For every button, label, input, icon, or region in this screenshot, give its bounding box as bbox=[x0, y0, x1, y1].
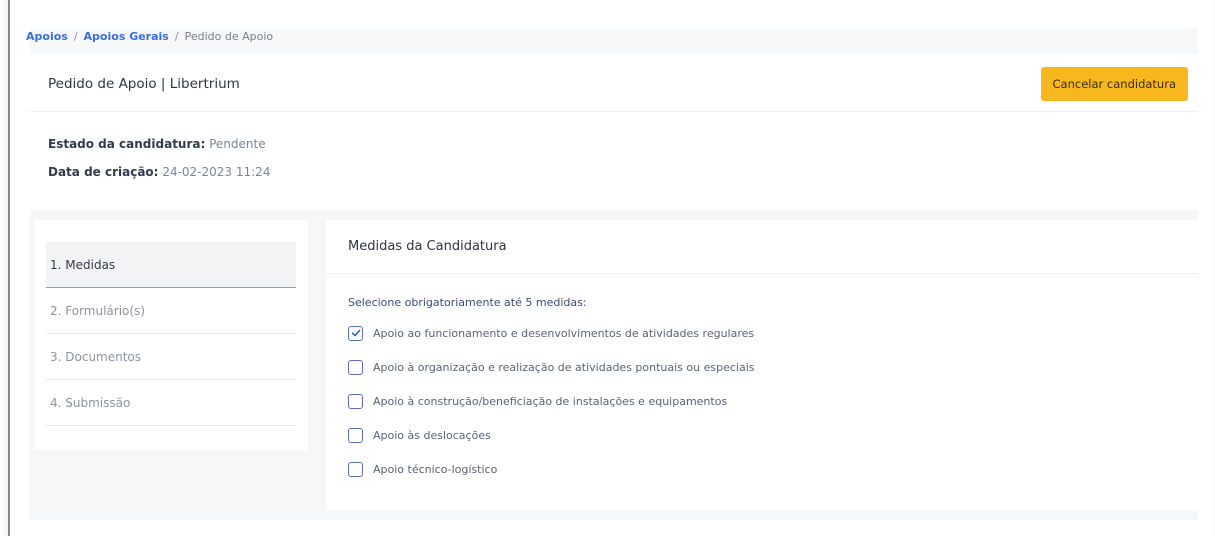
cancel-application-button[interactable]: Cancelar candidatura bbox=[1040, 66, 1188, 101]
measures-body: Selecione obrigatoriamente até 5 medidas… bbox=[326, 274, 1198, 486]
created-date-label: Data de criação: bbox=[48, 165, 159, 179]
measure-option[interactable]: Apoio técnico-logístico bbox=[348, 452, 1176, 486]
measures-title: Medidas da Candidatura bbox=[326, 220, 1198, 274]
measures-panel: Medidas da Candidatura Selecione obrigat… bbox=[326, 220, 1198, 510]
check-icon bbox=[351, 329, 360, 337]
step-formularios[interactable]: 2. Formulário(s) bbox=[46, 288, 296, 334]
app-frame: Apoios / Apoios Gerais / Pedido de Apoio… bbox=[8, 0, 1213, 536]
created-date-value: 24-02-2023 11:24 bbox=[162, 165, 271, 179]
measure-option-label: Apoio ao funcionamento e desenvolvimento… bbox=[373, 326, 755, 340]
application-header-card: Pedido de Apoio | Libertrium Cancelar ca… bbox=[30, 56, 1198, 208]
header-row: Pedido de Apoio | Libertrium Cancelar ca… bbox=[30, 56, 1198, 112]
measure-option-label: Apoio às deslocações bbox=[373, 428, 491, 442]
measure-option[interactable]: Apoio ao funcionamento e desenvolvimento… bbox=[348, 316, 1176, 350]
checkbox[interactable] bbox=[348, 359, 363, 375]
checkbox[interactable] bbox=[348, 393, 363, 409]
checkbox[interactable] bbox=[348, 461, 363, 477]
breadcrumb-separator: / bbox=[73, 30, 78, 43]
steps-panel: 1. Medidas 2. Formulário(s) 3. Documento… bbox=[34, 220, 308, 450]
step-medidas[interactable]: 1. Medidas bbox=[46, 242, 296, 288]
breadcrumb: Apoios / Apoios Gerais / Pedido de Apoio bbox=[26, 28, 1198, 54]
page-title: Pedido de Apoio | Libertrium bbox=[48, 75, 240, 92]
measures-instruction: Selecione obrigatoriamente até 5 medidas… bbox=[348, 296, 587, 309]
status-value: Pendente bbox=[209, 137, 266, 151]
measure-option[interactable]: Apoio às deslocações bbox=[348, 418, 1176, 452]
step-submissao[interactable]: 4. Submissão bbox=[46, 380, 296, 426]
created-date-row: Data de criação: 24-02-2023 11:24 bbox=[48, 160, 1180, 184]
checkbox[interactable] bbox=[348, 427, 363, 443]
measure-option-label: Apoio à organização e realização de ativ… bbox=[373, 360, 755, 374]
status-label: Estado da candidatura: bbox=[48, 137, 206, 151]
measure-option-label: Apoio técnico-logístico bbox=[373, 462, 498, 476]
measure-option[interactable]: Apoio à organização e realização de ativ… bbox=[348, 350, 1176, 384]
measure-option-label: Apoio à construção/beneficiação de insta… bbox=[373, 394, 728, 408]
breadcrumb-apoios[interactable]: Apoios bbox=[26, 28, 68, 46]
checkbox-checked[interactable] bbox=[348, 325, 363, 341]
step-documentos[interactable]: 3. Documentos bbox=[46, 334, 296, 380]
top-strip bbox=[10, 0, 1213, 8]
measure-option[interactable]: Apoio à construção/beneficiação de insta… bbox=[348, 384, 1176, 418]
breadcrumb-apoios-gerais[interactable]: Apoios Gerais bbox=[84, 28, 169, 46]
breadcrumb-current: Pedido de Apoio bbox=[184, 30, 274, 43]
application-meta: Estado da candidatura: Pendente Data de … bbox=[30, 112, 1198, 184]
breadcrumb-separator: / bbox=[174, 30, 179, 43]
status-row: Estado da candidatura: Pendente bbox=[48, 132, 1180, 156]
